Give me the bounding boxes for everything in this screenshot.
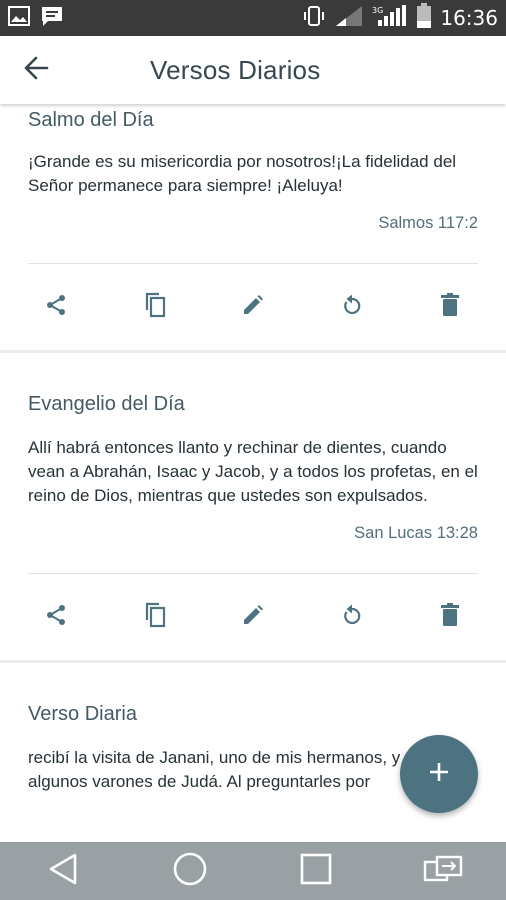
refresh-icon — [340, 293, 364, 322]
delete-button[interactable] — [428, 595, 472, 639]
card-reference: San Lucas 13:28 — [354, 524, 478, 542]
svg-text:3G: 3G — [372, 6, 383, 15]
card-verse-text: ¡Grande es su misericordia por nosotros!… — [28, 152, 457, 195]
card-actions — [0, 264, 506, 350]
nav-home-button[interactable] — [160, 846, 220, 896]
status-time: 16:36 — [440, 6, 498, 30]
card-title: Verso Diaria — [28, 703, 137, 725]
delete-icon — [439, 292, 461, 322]
verses-list[interactable]: Salmo del Día ¡Grande es su misericordia… — [0, 104, 506, 842]
delete-button[interactable] — [428, 285, 472, 329]
refresh-button[interactable] — [330, 285, 374, 329]
back-triangle-icon — [48, 853, 78, 890]
screen-switch-icon — [423, 854, 463, 889]
share-button[interactable] — [34, 285, 78, 329]
verse-card: Evangelio del Día Allí habrá entonces ll… — [0, 353, 506, 660]
share-icon — [44, 293, 68, 322]
share-icon — [44, 603, 68, 632]
edit-icon — [241, 603, 265, 632]
add-fab-button[interactable] — [400, 735, 478, 813]
share-button[interactable] — [34, 595, 78, 639]
copy-button[interactable] — [133, 285, 177, 329]
card-actions — [0, 574, 506, 660]
add-icon — [428, 761, 450, 788]
card-verse-text: Allí habrá entonces llanto y rechinar de… — [28, 438, 478, 505]
card-title: Salmo del Día — [28, 109, 154, 131]
screen: 3G 16:36 Versos Diarios Salmo del Día ¡G… — [0, 0, 506, 900]
recents-square-icon — [300, 853, 332, 890]
edit-button[interactable] — [231, 285, 275, 329]
verse-card: Salmo del Día ¡Grande es su misericordia… — [0, 104, 506, 350]
card-title: Evangelio del Día — [28, 393, 185, 415]
refresh-button[interactable] — [330, 595, 374, 639]
back-button[interactable] — [0, 36, 72, 104]
status-bar: 3G 16:36 — [0, 0, 506, 36]
battery-icon — [416, 2, 432, 34]
nav-back-button[interactable] — [33, 846, 93, 896]
nav-recents-button[interactable] — [286, 846, 346, 896]
copy-icon — [143, 292, 167, 323]
page-title: Versos Diarios — [150, 54, 321, 85]
message-icon — [40, 5, 64, 32]
edit-icon — [241, 293, 265, 322]
delete-icon — [439, 602, 461, 632]
signal-3g-icon: 3G — [372, 4, 408, 33]
copy-icon — [143, 602, 167, 633]
image-icon — [8, 5, 30, 31]
card-reference: Salmos 117:2 — [378, 214, 478, 232]
vibrate-icon — [302, 4, 326, 33]
system-nav-bar — [0, 842, 506, 900]
arrow-back-icon — [23, 55, 49, 86]
edit-button[interactable] — [231, 595, 275, 639]
nav-screen-switch-button[interactable] — [413, 846, 473, 896]
app-bar: Versos Diarios — [0, 36, 506, 104]
signal-icon — [334, 4, 364, 33]
home-circle-icon — [173, 852, 207, 891]
refresh-icon — [340, 603, 364, 632]
copy-button[interactable] — [133, 595, 177, 639]
